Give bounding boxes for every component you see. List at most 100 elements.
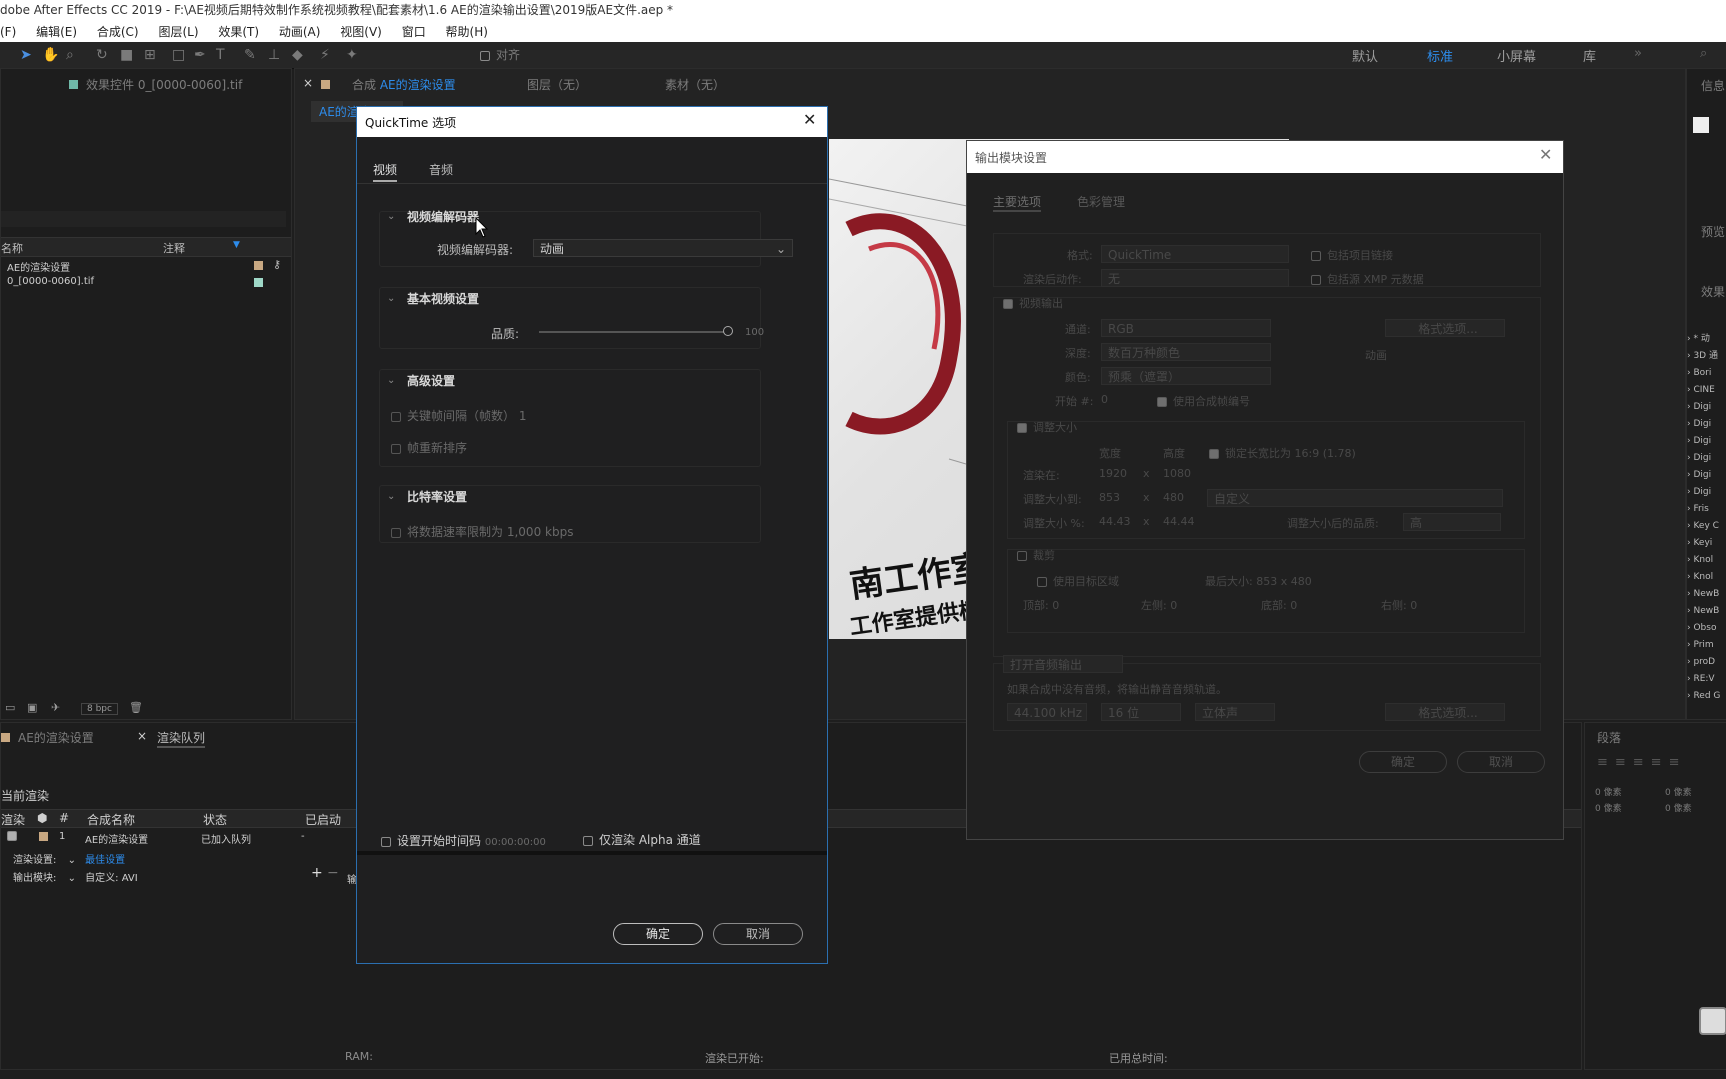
more-workspaces-icon[interactable]: » — [1634, 46, 1642, 61]
sort-arrow-icon[interactable]: ▼ — [233, 240, 240, 250]
om-crop-checkbox[interactable]: 裁剪 — [1017, 547, 1055, 563]
om-resize-width[interactable]: 853 — [1099, 491, 1120, 504]
qt-codec-select[interactable]: 动画 ⌄ — [533, 239, 793, 257]
qt-tab-audio[interactable]: 音频 — [429, 161, 453, 178]
render-settings-value[interactable]: 最佳设置 — [85, 855, 125, 866]
tab-composition[interactable]: 合成 AE的渲染设置 — [321, 76, 456, 93]
chevron-down-icon[interactable]: ⌄ — [68, 873, 76, 884]
label-color-icon[interactable] — [254, 278, 263, 287]
om-lock-ratio[interactable]: 锁定长宽比为 16:9 (1.78) — [1209, 445, 1356, 461]
om-tab-color[interactable]: 色彩管理 — [1077, 193, 1125, 210]
effects-list-item[interactable]: › Red G — [1687, 688, 1726, 705]
om-start-value[interactable]: 0 — [1101, 393, 1108, 406]
pan-behind-tool-icon[interactable]: ⊞ — [144, 47, 156, 63]
om-audio-format-options-button[interactable]: 格式选项... — [1385, 703, 1505, 721]
om-color-select[interactable]: 预乘（遮罩） — [1101, 367, 1271, 385]
workspace-libraries[interactable]: 库 — [1583, 46, 1596, 65]
workspace-default[interactable]: 默认 — [1352, 46, 1378, 65]
bpc-button[interactable]: 8 bpc — [81, 703, 118, 715]
om-resize-quality-select[interactable]: 高 — [1403, 513, 1501, 531]
om-pct-height[interactable]: 44.44 — [1163, 515, 1195, 528]
om-bit-depth-select[interactable]: 16 位 — [1101, 703, 1181, 721]
effects-list-item[interactable]: › Digi — [1687, 450, 1726, 467]
chevron-down-icon[interactable]: ⌄ — [387, 491, 395, 502]
output-module-value[interactable]: 自定义: AVI — [85, 873, 138, 884]
menu-animation[interactable]: 动画(A) — [279, 25, 321, 39]
indent-left-field[interactable]: 0 像素 — [1595, 785, 1622, 798]
add-output-module-icon[interactable]: + — [311, 865, 323, 881]
om-crop-top[interactable]: 顶部: 0 — [1023, 597, 1059, 613]
menu-window[interactable]: 窗口 — [402, 25, 426, 39]
roto-brush-tool-icon[interactable]: ⚡ — [320, 47, 330, 63]
qt-codec-header[interactable]: 视频编解码器 — [407, 208, 479, 225]
effects-list-item[interactable]: › Knol — [1687, 552, 1726, 569]
om-include-xmp[interactable]: 包括源 XMP 元数据 — [1311, 271, 1424, 287]
qt-basic-header[interactable]: 基本视频设置 — [407, 290, 479, 307]
label-color-icon[interactable] — [39, 832, 48, 841]
effects-list-item[interactable]: › Digi — [1687, 399, 1726, 416]
camera-tool-icon[interactable]: ■ — [120, 47, 133, 63]
eraser-tool-icon[interactable]: ◆ — [292, 47, 303, 63]
search-help-icon[interactable]: ⌕ — [1700, 46, 1707, 61]
rectangle-tool-icon[interactable]: □ — [172, 47, 185, 63]
menu-composition[interactable]: 合成(C) — [97, 25, 139, 39]
effects-list-item[interactable]: › Keyi — [1687, 535, 1726, 552]
om-tab-main[interactable]: 主要选项 — [993, 193, 1042, 212]
om-format-select[interactable]: QuickTime — [1101, 245, 1289, 263]
type-tool-icon[interactable]: T — [216, 47, 225, 63]
qt-tab-video[interactable]: 视频 — [373, 161, 398, 182]
tab-render-queue[interactable]: 渲染队列 — [157, 729, 206, 748]
effects-list-item[interactable]: › NewB — [1687, 586, 1726, 603]
workspace-standard[interactable]: 标准 — [1427, 46, 1453, 65]
om-resize-height[interactable]: 480 — [1163, 491, 1184, 504]
om-audio-output-select[interactable]: 打开音频输出 — [1003, 655, 1123, 673]
om-sample-rate-select[interactable]: 44.100 kHz — [1007, 703, 1087, 721]
effects-list-item[interactable]: › Digi — [1687, 484, 1726, 501]
effects-list-item[interactable]: › RE:V — [1687, 671, 1726, 688]
effects-list-item[interactable]: › Knol — [1687, 569, 1726, 586]
col-num[interactable]: # — [59, 811, 69, 825]
close-tab-icon[interactable]: × — [303, 76, 313, 90]
effects-list-item[interactable]: › * 动 — [1687, 331, 1726, 348]
qt-reorder-checkbox[interactable]: 帧重新排序 — [391, 439, 467, 456]
indent-right-field[interactable]: 0 像素 — [1665, 785, 1692, 798]
puppet-tool-icon[interactable]: ✦ — [346, 47, 358, 63]
qt-start-timecode-checkbox[interactable]: 设置开始时间码 00:00:00:00 — [381, 832, 546, 849]
chevron-down-icon[interactable]: ⌄ — [387, 375, 395, 386]
menu-file[interactable]: (F) — [0, 25, 16, 39]
effects-list-item[interactable]: › Bori — [1687, 365, 1726, 382]
menu-layer[interactable]: 图层(L) — [158, 25, 198, 39]
effects-list-item[interactable]: › 3D 通 — [1687, 348, 1726, 365]
om-ok-button[interactable]: 确定 — [1359, 751, 1447, 773]
tab-paragraph[interactable]: 段落 — [1597, 729, 1621, 746]
new-folder-icon[interactable]: ▭ — [5, 701, 15, 714]
menu-view[interactable]: 视图(V) — [340, 25, 382, 39]
effects-list-item[interactable]: › Obso — [1687, 620, 1726, 637]
project-item-row[interactable]: 0_[0000-0060].tif — [1, 274, 291, 291]
project-search-bar[interactable] — [1, 211, 286, 227]
close-tab-icon[interactable]: × — [137, 729, 147, 743]
zoom-tool-icon[interactable]: ⌕ — [66, 47, 74, 63]
selection-tool-icon[interactable]: ➤ — [20, 47, 32, 63]
menu-effect[interactable]: 效果(T) — [218, 25, 259, 39]
label-color-icon[interactable] — [254, 261, 263, 270]
col-status[interactable]: 状态 — [203, 811, 227, 828]
effects-list-item[interactable]: › proD — [1687, 654, 1726, 671]
tab-timeline-comp[interactable]: AE的渲染设置 — [1, 729, 94, 746]
align-checkbox[interactable]: 对齐 — [480, 46, 520, 63]
om-format-options-button[interactable]: 格式选项... — [1385, 319, 1505, 337]
om-channels-audio-select[interactable]: 立体声 — [1195, 703, 1275, 721]
rotate-tool-icon[interactable]: ↻ — [96, 47, 108, 63]
col-comment-header[interactable]: 注释 — [163, 240, 185, 256]
om-video-output[interactable]: 视频输出 — [1003, 295, 1063, 311]
col-render[interactable]: 渲染 — [1, 811, 25, 828]
tab-preview[interactable]: 预览 — [1701, 223, 1725, 240]
project-item-row[interactable]: AE的渲染设置 ⚷ — [1, 257, 291, 274]
tab-effect-controls[interactable]: 效果控件 0_[0000-0060].tif — [69, 76, 242, 93]
space-after-field[interactable]: 0 像素 — [1665, 801, 1692, 814]
chevron-down-icon[interactable]: ⌄ — [387, 293, 395, 304]
effects-list-item[interactable]: › NewB — [1687, 603, 1726, 620]
qt-quality-slider-thumb[interactable] — [723, 326, 733, 336]
effects-list-item[interactable]: › Digi — [1687, 416, 1726, 433]
qt-quality-value[interactable]: 100 — [745, 327, 764, 338]
